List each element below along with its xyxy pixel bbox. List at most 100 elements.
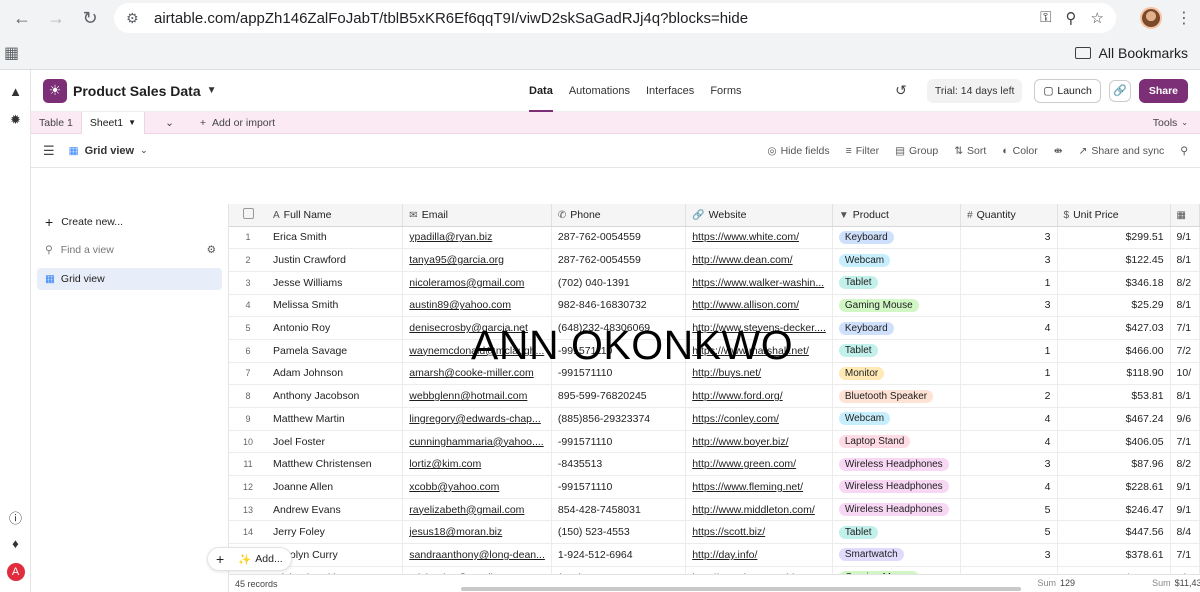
- cell-quantity[interactable]: 4: [960, 407, 1058, 431]
- cell-date[interactable]: 8/2: [1170, 271, 1200, 295]
- email-link[interactable]: xcobb@yahoo.com: [409, 481, 499, 493]
- cell-phone[interactable]: -991571110: [551, 430, 687, 454]
- row-number[interactable]: 9: [229, 407, 267, 431]
- gear-icon[interactable]: ⚙: [207, 244, 216, 256]
- cell-unit-price[interactable]: $447.56: [1057, 520, 1171, 545]
- search-icon[interactable]: ⚲: [1180, 145, 1188, 157]
- cell-email[interactable]: cunninghammaria@yahoo....: [402, 430, 552, 454]
- price-sum[interactable]: Sum$11,430.86: [1109, 578, 1200, 588]
- cell-unit-price[interactable]: $427.03: [1057, 316, 1171, 340]
- notifications-icon[interactable]: ♦: [0, 536, 31, 551]
- column-header-full-name[interactable]: A Full Name: [267, 204, 404, 227]
- cell-full-name[interactable]: Joel Foster: [267, 430, 404, 454]
- email-link[interactable]: tanya95@garcia.org: [409, 254, 504, 266]
- account-avatar[interactable]: A: [6, 563, 25, 581]
- add-record-button[interactable]: + ✨ Add...: [207, 547, 292, 571]
- website-link[interactable]: https://scott.biz/: [692, 526, 765, 538]
- all-bookmarks-link[interactable]: All Bookmarks: [1099, 45, 1188, 61]
- chevron-down-icon[interactable]: ▼: [207, 85, 217, 96]
- column-header-quantity[interactable]: # Quantity: [960, 204, 1058, 227]
- row-height-button[interactable]: ⇼: [1054, 145, 1063, 157]
- address-bar[interactable]: ⚙ airtable.com/appZh146ZalFoJabT/tblB5xK…: [114, 3, 1116, 33]
- table-row[interactable]: 15Carolyn Currysandraanthony@long-dean..…: [229, 543, 1200, 567]
- apps-grid-icon[interactable]: ▦: [4, 43, 19, 63]
- table-row[interactable]: 3 Jesse Williams nicoleramos@gmail.com (702…: [229, 271, 1200, 295]
- cell-date[interactable]: 9/1: [1170, 498, 1200, 522]
- row-number[interactable]: 14: [229, 520, 267, 545]
- cell-unit-price[interactable]: $406.05: [1057, 430, 1171, 454]
- launch-button[interactable]: ▢ Launch: [1034, 78, 1101, 103]
- star-icon[interactable]: ☆: [1091, 9, 1104, 27]
- cell-email[interactable]: jesus18@moran.biz: [402, 520, 552, 545]
- cell-full-name[interactable]: Pamela Savage: [267, 339, 404, 363]
- cell-website[interactable]: http://www.dean.com/: [685, 248, 833, 272]
- tools-menu[interactable]: Tools ⌄: [1153, 117, 1188, 129]
- cell-full-name[interactable]: Anthony Jacobson: [267, 384, 404, 408]
- forward-icon[interactable]: →: [42, 4, 70, 32]
- cell-phone[interactable]: (150) 523-4553: [551, 520, 687, 545]
- table-row[interactable]: 14 Jerry Foley jesus18@moran.biz (150) 523-…: [229, 520, 1200, 545]
- cell-full-name[interactable]: Melissa Smith: [267, 294, 404, 318]
- website-link[interactable]: http://www.ford.org/: [692, 390, 782, 402]
- group-button[interactable]: ▤ Group: [895, 145, 938, 157]
- history-icon[interactable]: ↺: [895, 82, 907, 99]
- row-number[interactable]: 10: [229, 430, 267, 454]
- cell-email[interactable]: sandraanthony@long-dean...: [402, 543, 552, 567]
- cell-website[interactable]: http://www.green.com/: [685, 452, 833, 477]
- cell-date[interactable]: 7/1: [1170, 430, 1200, 454]
- cell-unit-price[interactable]: $87.96: [1057, 452, 1171, 477]
- cell-unit-price[interactable]: $466.00: [1057, 339, 1171, 363]
- tab-interfaces[interactable]: Interfaces: [646, 70, 694, 112]
- cell-quantity[interactable]: 3: [960, 452, 1058, 477]
- sort-button[interactable]: ⇅ Sort: [954, 145, 986, 157]
- cell-full-name[interactable]: Justin Crawford: [267, 248, 404, 272]
- quantity-sum[interactable]: Sum 129: [1015, 578, 1075, 588]
- cell-email[interactable]: lortiz@kim.com: [402, 452, 552, 477]
- cell-phone[interactable]: 287-762-0054559: [551, 248, 687, 272]
- cell-quantity[interactable]: 4: [960, 316, 1058, 340]
- view-switcher[interactable]: Grid view: [85, 145, 135, 157]
- cell-unit-price[interactable]: $246.47: [1057, 498, 1171, 522]
- website-link[interactable]: https://www.white.com/: [692, 231, 799, 243]
- cell-date[interactable]: 8/1: [1170, 294, 1200, 318]
- tab-automations[interactable]: Automations: [569, 70, 630, 112]
- cell-quantity[interactable]: 1: [960, 362, 1058, 386]
- more-menu-icon[interactable]: ⋮: [1176, 8, 1192, 28]
- cell-product[interactable]: Keyboard: [832, 316, 962, 340]
- workspace-icon[interactable]: ✹: [0, 112, 31, 128]
- cell-unit-price[interactable]: $118.90: [1057, 362, 1171, 386]
- cell-date[interactable]: 10/: [1170, 362, 1200, 386]
- email-link[interactable]: cunninghammaria@yahoo....: [409, 436, 543, 448]
- add-label[interactable]: Add...: [255, 553, 282, 565]
- hide-fields-button[interactable]: ◎ Hide fields: [767, 145, 829, 157]
- cell-quantity[interactable]: 4: [960, 430, 1058, 454]
- cell-phone[interactable]: (885)856-29323374: [551, 407, 687, 431]
- cell-product[interactable]: Keyboard: [832, 226, 962, 250]
- table-row[interactable]: 4 Melissa Smith austin89@yahoo.com 982-846-…: [229, 294, 1200, 318]
- share-sync-button[interactable]: ↗ Share and sync: [1079, 145, 1165, 157]
- cell-email[interactable]: nicoleramos@gmail.com: [402, 271, 552, 295]
- cell-product[interactable]: Laptop Stand: [832, 430, 962, 454]
- toggle-sidebar-icon[interactable]: ☰: [43, 143, 55, 159]
- cell-full-name[interactable]: Antonio Roy: [267, 316, 404, 340]
- cell-website[interactable]: http://www.boyer.biz/: [685, 430, 833, 454]
- cell-date[interactable]: 8/1: [1170, 248, 1200, 272]
- cell-full-name[interactable]: Adam Johnson: [267, 362, 404, 386]
- cell-phone[interactable]: -991571110: [551, 475, 687, 499]
- more-tables-chevron-icon[interactable]: ⌄: [157, 112, 182, 134]
- website-link[interactable]: http://buys.net/: [692, 367, 761, 379]
- table-row[interactable]: 8 Anthony Jacobson webbglenn@hotmail.com 89…: [229, 384, 1200, 408]
- website-link[interactable]: http://www.middleton.com/: [692, 504, 815, 516]
- table-row[interactable]: 10 Joel Foster cunninghammaria@yahoo.... -9…: [229, 430, 1200, 454]
- cell-phone[interactable]: 287-762-0054559: [551, 226, 687, 250]
- cell-unit-price[interactable]: $25.29: [1057, 294, 1171, 318]
- cell-phone[interactable]: 1-924-512-6964: [551, 543, 687, 567]
- cell-quantity[interactable]: 5: [960, 520, 1058, 545]
- url-text[interactable]: airtable.com/appZh146ZalFoJabT/tblB5xKR6…: [154, 10, 1030, 27]
- cell-phone[interactable]: 895-599-76820245: [551, 384, 687, 408]
- site-settings-icon[interactable]: ⚙: [126, 10, 144, 27]
- cell-website[interactable]: http://www.allison.com/: [685, 294, 833, 318]
- cell-full-name[interactable]: Jerry Foley: [267, 520, 404, 545]
- email-link[interactable]: lortiz@kim.com: [409, 458, 481, 470]
- tab-forms[interactable]: Forms: [710, 70, 741, 112]
